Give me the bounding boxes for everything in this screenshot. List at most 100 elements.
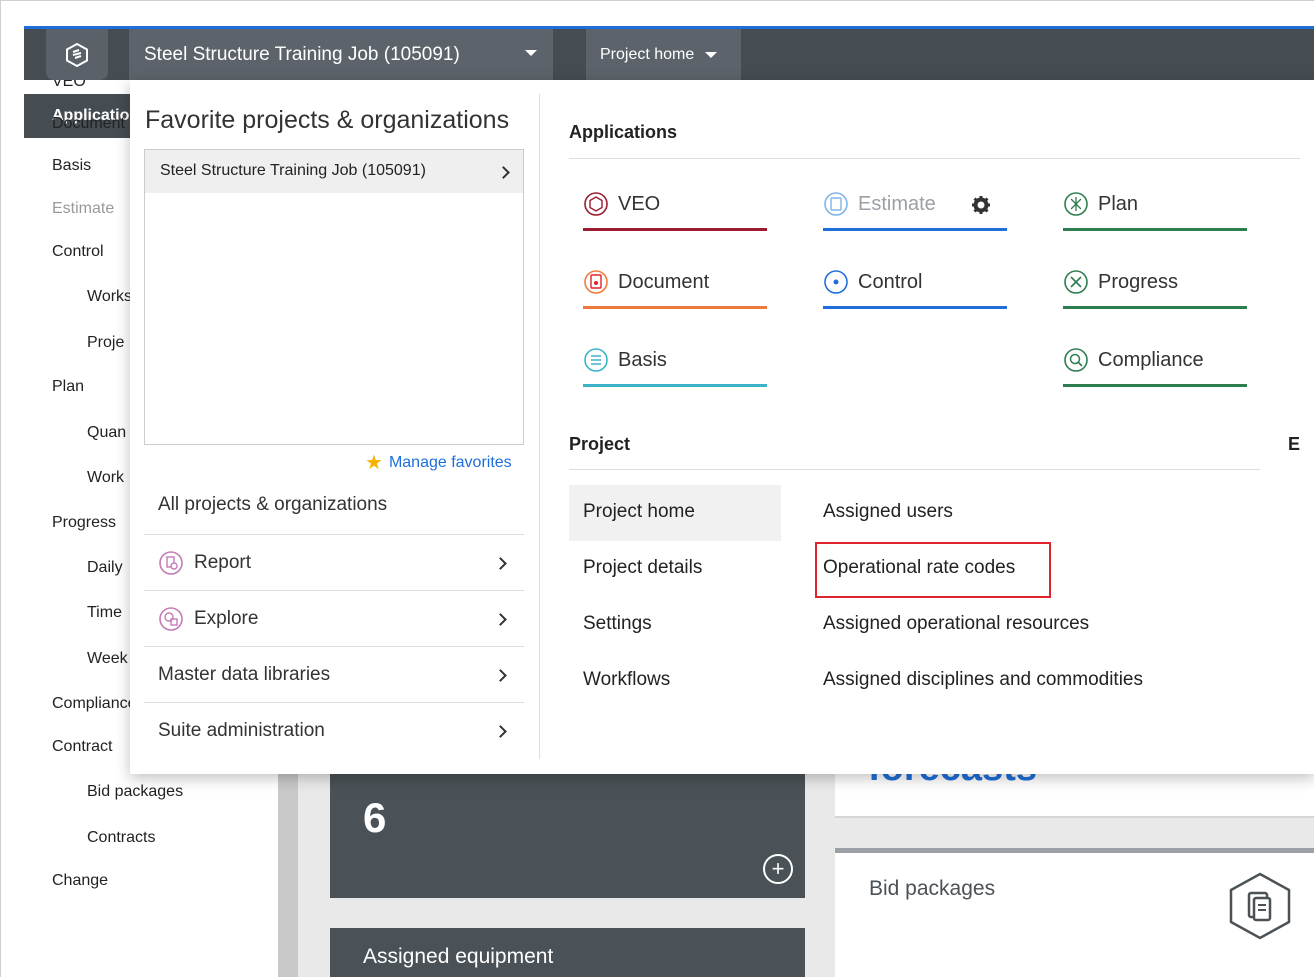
manage-favorites-label: Manage favorites — [388, 454, 512, 471]
suite-admin-menu-item[interactable]: Suite administration — [144, 702, 524, 758]
veo-underline — [583, 228, 767, 231]
navigation-dropdown: Favorite projects & organizations Steel … — [130, 80, 1314, 774]
app-progress[interactable]: Progress — [1063, 269, 1247, 309]
job-selector[interactable]: Steel Structure Training Job (105091) — [129, 29, 553, 80]
plan-icon — [1064, 192, 1088, 216]
nav-item[interactable]: Progress — [52, 514, 116, 532]
master-data-menu-item[interactable]: Master data libraries — [144, 646, 524, 702]
count-value: 6 — [363, 794, 387, 841]
manage-favorites-link[interactable]: ★ Manage favorites — [365, 450, 512, 475]
veo-label: VEO — [618, 193, 661, 215]
nav-item[interactable]: Document — [52, 115, 125, 133]
workflows-link[interactable]: Workflows — [583, 669, 670, 691]
progress-icon — [1064, 270, 1088, 294]
panel-divider — [539, 94, 540, 759]
star-icon: ★ — [365, 452, 383, 474]
nav-item[interactable]: Time — [87, 604, 122, 622]
job-title: Steel Structure Training Job (105091) — [144, 43, 460, 65]
project-heading: Project — [569, 434, 631, 454]
app-control[interactable]: Control — [823, 269, 1007, 309]
progress-underline — [1063, 306, 1247, 309]
report-menu-item[interactable]: Report — [144, 534, 524, 590]
app-compliance[interactable]: Compliance — [1063, 347, 1247, 387]
top-bar: Steel Structure Training Job (105091) Pr… — [24, 26, 1314, 80]
applications-heading: Applications — [569, 122, 678, 142]
assigned-users-link[interactable]: Assigned users — [823, 501, 953, 523]
favorite-item-label: Steel Structure Training Job (105091) — [160, 162, 426, 179]
control-icon — [824, 270, 848, 294]
project-home-link[interactable]: Project home — [583, 501, 695, 523]
estimate-icon — [824, 192, 848, 216]
suite-admin-label: Suite administration — [158, 719, 325, 741]
progress-label: Progress — [1098, 271, 1179, 293]
basis-icon — [584, 348, 608, 372]
master-data-label: Master data libraries — [158, 663, 331, 685]
nav-item[interactable]: Contracts — [87, 829, 155, 847]
assigned-disciplines-link[interactable]: Assigned disciplines and commodities — [823, 669, 1143, 691]
document-underline — [583, 306, 767, 309]
nav-item[interactable]: Work — [87, 469, 124, 487]
nav-item[interactable]: Estimate — [52, 200, 114, 218]
document-icon — [584, 270, 608, 294]
assigned-operational-resources-link[interactable]: Assigned operational resources — [823, 613, 1089, 635]
caret-down-icon — [525, 50, 537, 56]
basis-underline — [583, 384, 767, 387]
assigned-equipment-card[interactable]: Assigned equipment — [330, 928, 805, 977]
nav-item[interactable]: Quan — [87, 424, 126, 442]
explore-menu-item[interactable]: Explore — [144, 590, 524, 646]
project-home-button[interactable]: Project home — [586, 29, 741, 80]
chevron-right-icon — [494, 725, 507, 738]
assigned-equipment-title: Assigned equipment — [363, 945, 554, 968]
nav-item[interactable]: Proje — [87, 334, 124, 352]
nav-item[interactable]: Compliance — [52, 695, 136, 713]
report-label: Report — [194, 551, 252, 573]
operational-rate-codes-link[interactable]: Operational rate codes — [823, 557, 1015, 579]
all-projects-link[interactable]: All projects & organizations — [144, 477, 524, 533]
compliance-underline — [1063, 384, 1247, 387]
favorites-list: Steel Structure Training Job (105091) — [144, 149, 524, 445]
basis-label: Basis — [618, 349, 667, 371]
chevron-right-icon — [494, 669, 507, 682]
app-estimate[interactable]: Estimate — [823, 191, 1007, 231]
nav-item[interactable]: Contract — [52, 738, 112, 756]
app-plan[interactable]: Plan — [1063, 191, 1247, 231]
nav-item[interactable]: Control — [52, 243, 104, 261]
bid-packages-title: Bid packages — [869, 877, 996, 900]
explore-label: Explore — [194, 607, 259, 629]
project-divider — [569, 469, 1260, 470]
add-circle-icon[interactable]: + — [763, 854, 793, 884]
nav-item[interactable]: Works — [87, 288, 132, 306]
extra-heading: E — [1288, 434, 1301, 454]
nav-item[interactable]: Plan — [52, 378, 84, 396]
app-frame: Applications VEO Document Basis Estimate Con… — [0, 0, 1314, 977]
bid-packages-card[interactable]: Bid packages — [835, 848, 1314, 977]
all-projects-label: All projects & organizations — [158, 494, 388, 515]
nav-item[interactable]: Bid packages — [87, 783, 183, 801]
nav-item[interactable]: Daily — [87, 559, 123, 577]
favorites-title: Favorite projects & organizations — [145, 106, 510, 134]
explore-icon — [159, 606, 183, 631]
estimate-label: Estimate — [858, 193, 936, 215]
chevron-right-icon — [494, 557, 507, 570]
compliance-label: Compliance — [1098, 349, 1204, 371]
bid-packages-icon — [1229, 872, 1291, 940]
nav-item[interactable]: Change — [52, 872, 108, 890]
app-document[interactable]: Document — [583, 269, 767, 309]
project-home-label: Project home — [600, 45, 695, 63]
estimate-underline — [823, 228, 1007, 231]
nav-item[interactable]: Basis — [52, 157, 91, 175]
plan-underline — [1063, 228, 1247, 231]
veo-icon — [584, 192, 608, 216]
compliance-icon — [1064, 348, 1088, 372]
favorite-item[interactable]: Steel Structure Training Job (105091) — [145, 150, 523, 193]
app-logo-icon[interactable] — [46, 29, 108, 80]
app-veo[interactable]: VEO — [583, 191, 767, 231]
project-details-link[interactable]: Project details — [583, 557, 702, 579]
gear-icon[interactable] — [971, 195, 991, 215]
caret-down-icon — [705, 51, 718, 58]
applications-divider — [569, 158, 1300, 159]
settings-link[interactable]: Settings — [583, 613, 652, 635]
nav-item[interactable]: Week — [87, 650, 128, 668]
chevron-right-icon — [497, 166, 510, 179]
app-basis[interactable]: Basis — [583, 347, 767, 387]
